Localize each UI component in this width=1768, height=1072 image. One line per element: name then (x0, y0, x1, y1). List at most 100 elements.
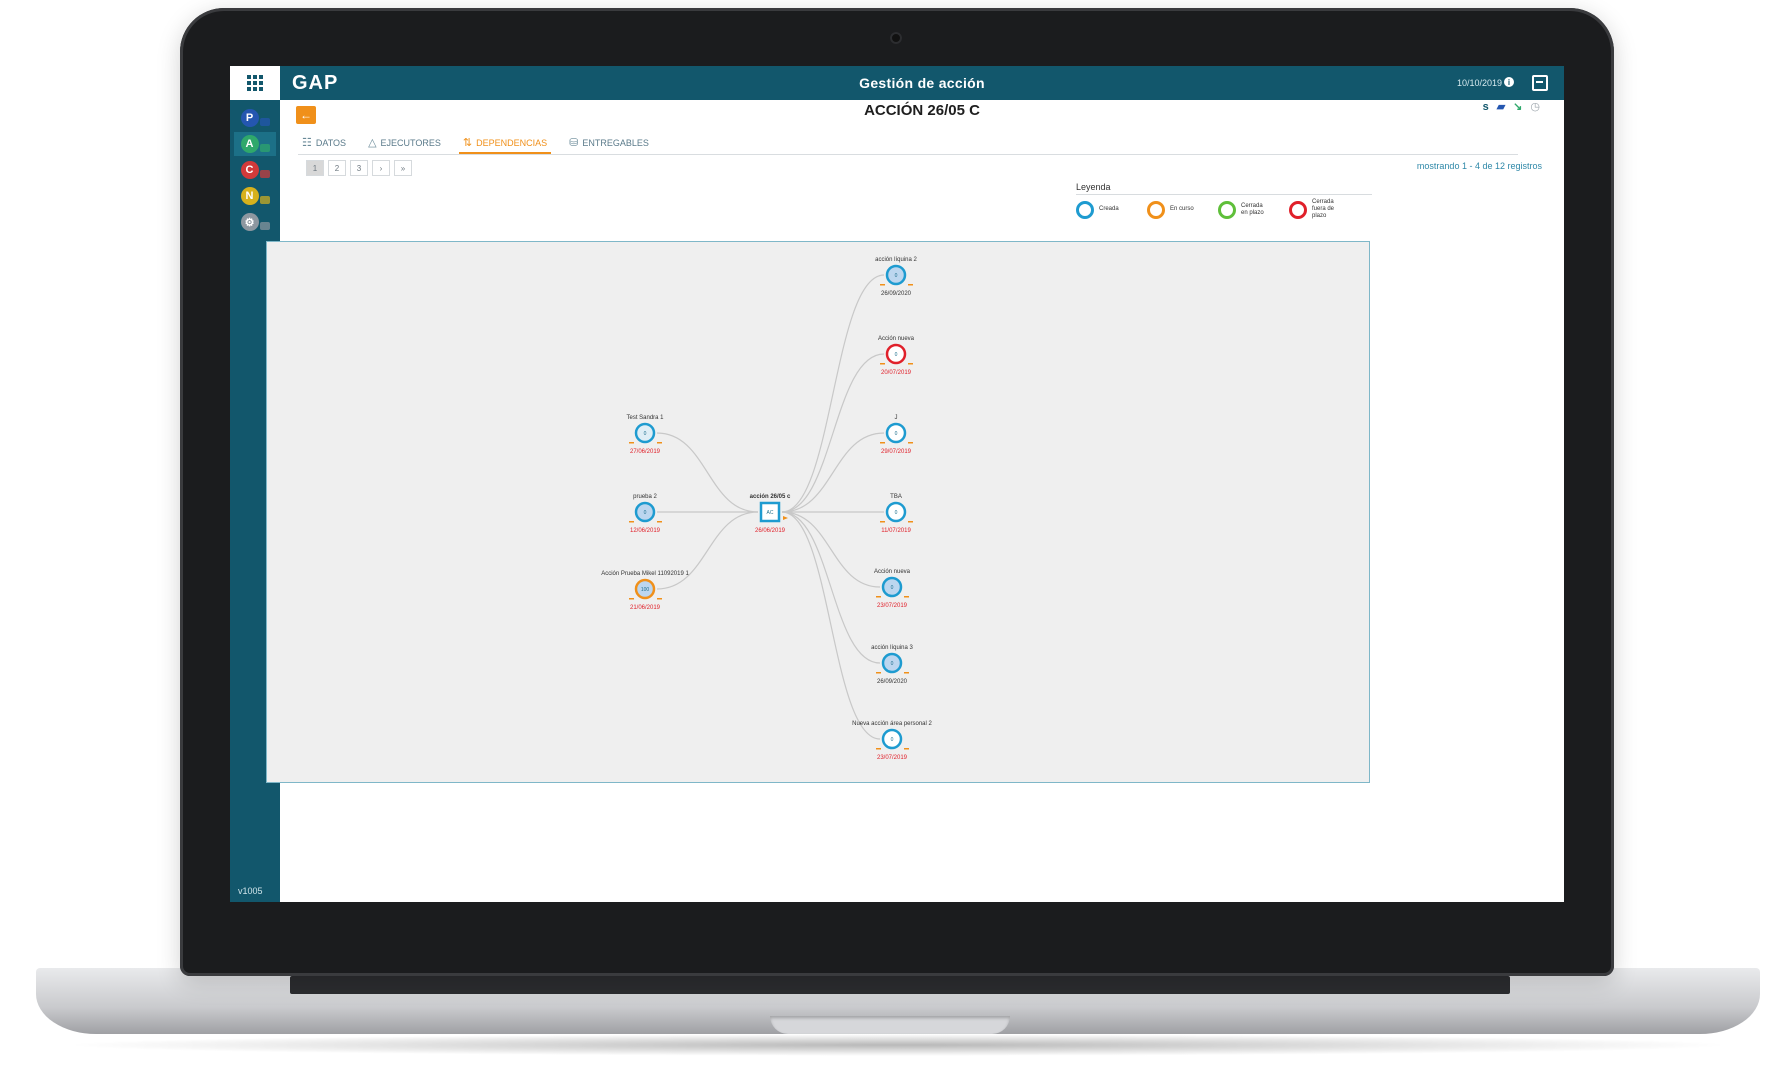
dependency-graph[interactable]: Test Sandra 1 0 27/06/2019 prueba 2 0 12/06/2… (266, 241, 1370, 783)
arrow-right-icon (783, 516, 788, 520)
node-progress: AC (767, 510, 774, 516)
node-marker (904, 596, 909, 598)
legend-label: En curso (1170, 206, 1194, 212)
node-date: 26/06/2019 (755, 528, 786, 534)
dependencies-icon: ⇅ (462, 137, 473, 149)
page-title: ACCIÓN 26/05 C (864, 102, 980, 119)
list-icon: ☷ (302, 137, 312, 149)
node-title: TBA (890, 494, 902, 500)
dependency-edge (781, 353, 885, 513)
s-icon[interactable]: s (1483, 101, 1489, 113)
node-marker (876, 748, 881, 750)
sidebar-module-4[interactable]: N (234, 184, 276, 208)
sidebar-module-2[interactable]: A (234, 132, 276, 156)
module-badge-icon: P (240, 109, 259, 127)
status-ring-icon (1147, 200, 1165, 219)
laptop-notch (770, 1016, 1010, 1034)
page-button[interactable]: 1 (306, 160, 324, 176)
app-version: v1005 (238, 886, 263, 896)
graph-node[interactable]: Acción nueva 0 23/07/2019 (874, 569, 911, 609)
node-date: 26/09/2020 (877, 679, 908, 685)
node-marker (657, 521, 662, 523)
graph-node[interactable]: Acción nueva 0 20/07/2019 (878, 336, 915, 376)
module-sub-icon (259, 144, 270, 152)
module-badge-icon: C (240, 161, 259, 179)
tab-label: ENTREGABLES (582, 137, 649, 148)
logout-icon[interactable] (1532, 75, 1548, 91)
page-button[interactable]: 3 (350, 160, 368, 176)
node-marker (880, 521, 885, 523)
page-toolbar: s ▰ ↘ ◷ (1483, 100, 1540, 114)
tab-datos[interactable]: ☷ DATOS (298, 136, 350, 154)
clock-icon[interactable]: ◷ (1530, 100, 1540, 113)
node-title: J (895, 415, 898, 421)
page-button[interactable]: › (372, 160, 390, 176)
node-marker (876, 596, 881, 598)
graph-node[interactable]: acción líquina 2 0 26/09/2020 (875, 257, 917, 297)
node-progress: 0 (895, 352, 898, 358)
graph-node[interactable]: Nueva acción área personal 2 0 23/07/2019 (852, 721, 932, 761)
tab-bar: ☷ DATOS △ EJECUTORES ⇅ DEPENDENCIAS ⛁ ENTREGABL… (298, 134, 1518, 155)
pagination: 1 2 3 ›» (306, 160, 412, 176)
node-date: 23/07/2019 (877, 755, 908, 761)
legend-divider (1076, 194, 1372, 195)
sidebar-module-5[interactable]: ⚙ (234, 210, 276, 234)
node-marker (908, 521, 913, 523)
tab-ejecutores[interactable]: △ EJECUTORES (364, 136, 445, 154)
node-title: Nueva acción área personal 2 (852, 721, 932, 727)
info-icon[interactable]: i (1504, 77, 1514, 87)
node-title: Acción nueva (878, 336, 915, 342)
current-date: 10/10/2019 (1456, 78, 1502, 88)
node-marker (629, 521, 634, 523)
module-badge-icon: N (240, 187, 259, 205)
graph-node[interactable]: TBA 0 11/07/2019 (880, 494, 913, 534)
tab-dependencias[interactable]: ⇅ DEPENDENCIAS (458, 136, 552, 154)
graph-node[interactable]: Test Sandra 1 0 27/06/2019 (626, 415, 664, 455)
node-marker (657, 598, 662, 600)
node-date: 11/07/2019 (881, 528, 911, 534)
graph-canvas: Test Sandra 1 0 27/06/2019 prueba 2 0 12/06/2… (601, 257, 932, 761)
tab-label: EJECUTORES (380, 137, 441, 148)
status-ring-icon (1289, 200, 1307, 219)
legend-items: Creada En curso Cerrada en plazo Cerrada fu… (1076, 199, 1372, 220)
dependency-edge (781, 511, 881, 740)
node-date: 27/06/2019 (630, 449, 661, 455)
node-progress: 0 (891, 737, 894, 743)
page-button[interactable]: 2 (328, 160, 346, 176)
module-sub-icon (259, 196, 270, 204)
module-badge-icon: ⚙ (240, 213, 259, 231)
tab-label: DATOS (315, 137, 347, 148)
legend-title: Leyenda (1076, 182, 1111, 192)
sidebar-module-3[interactable]: C (234, 158, 276, 182)
node-marker (880, 442, 885, 444)
module-sub-icon (259, 222, 270, 230)
module-sub-icon (259, 118, 270, 126)
graph-node[interactable]: Acción Prueba Mikel 11092019 1 100 21/06/2… (601, 571, 689, 611)
deliverables-icon: ⛁ (569, 137, 579, 149)
legend-label: Cerrada en plazo (1241, 202, 1264, 216)
node-date: 23/07/2019 (877, 603, 908, 609)
tab-entregables[interactable]: ⛁ ENTREGABLES (565, 136, 653, 154)
node-marker (629, 442, 634, 444)
node-progress: 0 (895, 273, 898, 279)
graph-node[interactable]: J 0 29/07/2019 (880, 415, 913, 455)
node-title: Test Sandra 1 (626, 415, 664, 421)
node-progress: 0 (895, 431, 898, 437)
graph-node[interactable]: prueba 2 0 12/06/2019 (629, 494, 662, 534)
page-button[interactable]: » (394, 160, 412, 176)
dependency-edge (656, 432, 759, 513)
folder-icon[interactable]: ▰ (1497, 100, 1505, 113)
node-marker (904, 672, 909, 674)
legend-item: Creada (1076, 199, 1127, 220)
top-bar: GAP Gestión de acción 10/10/2019 i (280, 66, 1564, 100)
node-marker (908, 442, 913, 444)
sidebar-module-1[interactable]: P (234, 106, 276, 130)
tree-icon[interactable]: ↘ (1513, 100, 1522, 113)
center-node[interactable]: acción 26/05 c AC 26/06/2019 (750, 494, 791, 534)
node-progress: 0 (891, 585, 894, 591)
graph-node[interactable]: acción líquina 3 0 26/09/2020 (871, 645, 913, 685)
node-progress: 0 (644, 431, 647, 437)
apps-grid-button[interactable] (230, 66, 280, 100)
node-date: 29/07/2019 (881, 449, 912, 455)
node-title: acción líquina 2 (875, 257, 917, 263)
